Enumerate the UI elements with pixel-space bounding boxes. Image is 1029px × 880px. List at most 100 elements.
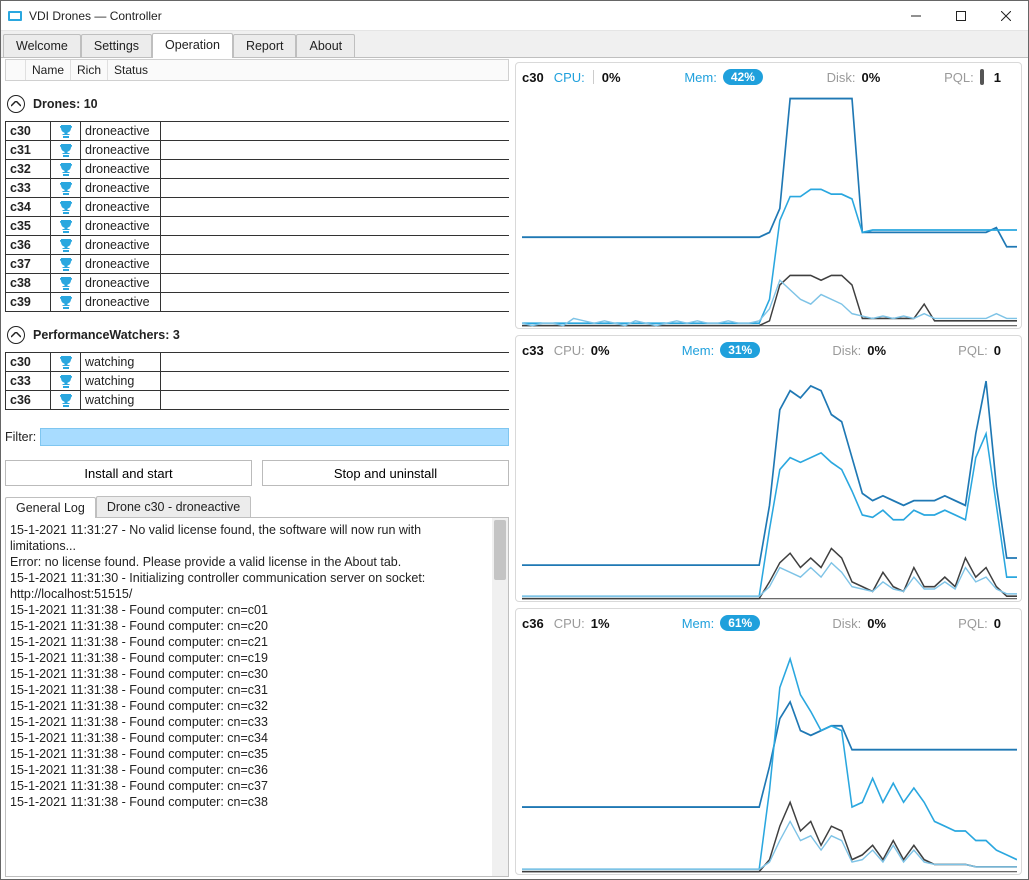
- install-start-button[interactable]: Install and start: [5, 460, 252, 486]
- cell-name: c35: [6, 217, 51, 236]
- pql-value: 0: [994, 343, 1001, 358]
- chevron-up-icon: [7, 326, 25, 344]
- trophy-icon: [51, 391, 81, 410]
- log-line: 15-1-2021 11:31:38 - Found computer: cn=…: [10, 650, 490, 666]
- app-icon: [7, 8, 23, 24]
- log-line: 15-1-2021 11:31:38 - Found computer: cn=…: [10, 666, 490, 682]
- trophy-icon: [51, 160, 81, 179]
- tab-report[interactable]: Report: [233, 34, 297, 57]
- trophy-icon: [51, 198, 81, 217]
- cell-fill: [161, 160, 510, 179]
- pql-label: PQL:: [958, 343, 988, 358]
- trophy-icon: [51, 122, 81, 141]
- log-body: 15-1-2021 11:31:27 - No valid license fo…: [5, 518, 509, 877]
- cell-name: c38: [6, 274, 51, 293]
- list-header: Name Rich Status: [5, 59, 509, 81]
- cell-fill: [161, 198, 510, 217]
- mem-label: Mem:: [682, 616, 715, 631]
- cell-name: c30: [6, 122, 51, 141]
- window-title: VDI Drones — Controller: [29, 9, 893, 23]
- trophy-icon: [51, 236, 81, 255]
- col-rich[interactable]: Rich: [71, 60, 108, 80]
- cell-name: c31: [6, 141, 51, 160]
- col-name[interactable]: Name: [26, 60, 71, 80]
- log-lines[interactable]: 15-1-2021 11:31:27 - No valid license fo…: [10, 522, 490, 872]
- trophy-icon: [51, 217, 81, 236]
- perf-panel-c30: c30CPU:0%Mem:42%Disk:0%PQL:1: [515, 62, 1022, 329]
- log-tab[interactable]: Drone c30 - droneactive: [96, 496, 251, 517]
- tab-welcome[interactable]: Welcome: [3, 34, 81, 57]
- table-row[interactable]: c39droneactive: [6, 293, 510, 312]
- close-button[interactable]: [983, 1, 1028, 30]
- log-line: 15-1-2021 11:31:27 - No valid license fo…: [10, 522, 490, 554]
- table-row[interactable]: c38droneactive: [6, 274, 510, 293]
- cpu-label: CPU:: [554, 616, 585, 631]
- table-row[interactable]: c36droneactive: [6, 236, 510, 255]
- table-row[interactable]: c30watching: [6, 353, 510, 372]
- main-tabstrip: WelcomeSettingsOperationReportAbout: [1, 31, 1028, 58]
- cell-status: droneactive: [81, 198, 161, 217]
- panel-header: c30CPU:0%Mem:42%Disk:0%PQL:1: [522, 67, 1017, 89]
- maximize-button[interactable]: [938, 1, 983, 30]
- trophy-icon: [51, 179, 81, 198]
- minimize-button[interactable]: [893, 1, 938, 30]
- mem-value: 42%: [723, 69, 763, 85]
- panel-host: c36: [522, 616, 544, 631]
- watchers-header[interactable]: PerformanceWatchers: 3: [7, 326, 509, 344]
- cell-status: watching: [81, 391, 161, 410]
- right-pane: c30CPU:0%Mem:42%Disk:0%PQL:1c33CPU:0%Mem…: [511, 58, 1028, 879]
- table-row[interactable]: c35droneactive: [6, 217, 510, 236]
- table-row[interactable]: c36 watching: [6, 391, 510, 410]
- tab-settings[interactable]: Settings: [81, 34, 152, 57]
- log-line: 15-1-2021 11:31:38 - Found computer: cn=…: [10, 714, 490, 730]
- log-line: 15-1-2021 11:31:38 - Found computer: cn=…: [10, 634, 490, 650]
- mem-value: 61%: [720, 615, 760, 631]
- cell-status: watching: [81, 353, 161, 372]
- cpu-value: 1%: [591, 616, 610, 631]
- col-status[interactable]: Status: [108, 60, 154, 80]
- left-pane: Name Rich Status Drones: 10 c30droneacti…: [1, 58, 511, 879]
- log-tab[interactable]: General Log: [5, 497, 96, 518]
- table-row[interactable]: c30droneactive: [6, 122, 510, 141]
- mem-label: Mem:: [684, 70, 717, 85]
- cell-fill: [161, 255, 510, 274]
- cell-status: droneactive: [81, 141, 161, 160]
- log-line: 15-1-2021 11:31:38 - Found computer: cn=…: [10, 698, 490, 714]
- cell-fill: [161, 391, 510, 410]
- cell-status: droneactive: [81, 179, 161, 198]
- cell-name: c32: [6, 160, 51, 179]
- cell-fill: [161, 274, 510, 293]
- disk-value: 0%: [867, 616, 886, 631]
- cell-fill: [161, 236, 510, 255]
- table-row[interactable]: c33watching: [6, 372, 510, 391]
- table-row[interactable]: c34droneactive: [6, 198, 510, 217]
- watchers-title: PerformanceWatchers: 3: [33, 328, 180, 342]
- log-line: 15-1-2021 11:31:38 - Found computer: cn=…: [10, 730, 490, 746]
- cell-fill: [161, 141, 510, 160]
- trophy-icon: [51, 141, 81, 160]
- mem-value: 31%: [720, 342, 760, 358]
- chart: [522, 362, 1017, 601]
- cell-fill: [161, 179, 510, 198]
- table-row[interactable]: c32droneactive: [6, 160, 510, 179]
- tab-operation[interactable]: Operation: [152, 33, 233, 58]
- table-row[interactable]: c37droneactive: [6, 255, 510, 274]
- disk-label: Disk:: [832, 343, 861, 358]
- scrollbar[interactable]: [492, 518, 508, 876]
- tab-about[interactable]: About: [296, 34, 355, 57]
- filter-input[interactable]: [40, 428, 509, 446]
- scrollbar-thumb[interactable]: [494, 520, 506, 580]
- log-line: 15-1-2021 11:31:38 - Found computer: cn=…: [10, 682, 490, 698]
- action-buttons: Install and start Stop and uninstall: [5, 460, 509, 486]
- cell-name: c36: [6, 391, 51, 410]
- separator: [593, 70, 594, 84]
- table-row[interactable]: c31 droneactive: [6, 141, 510, 160]
- cpu-value: 0%: [591, 343, 610, 358]
- panel-host: c30: [522, 70, 544, 85]
- stop-uninstall-button[interactable]: Stop and uninstall: [262, 460, 509, 486]
- perf-panel-c36: c36CPU:1%Mem:61%Disk:0%PQL:0: [515, 608, 1022, 875]
- watchers-table: c30watchingc33watchingc36 watching: [5, 352, 509, 410]
- cell-fill: [161, 353, 510, 372]
- drones-header[interactable]: Drones: 10: [7, 95, 509, 113]
- table-row[interactable]: c33droneactive: [6, 179, 510, 198]
